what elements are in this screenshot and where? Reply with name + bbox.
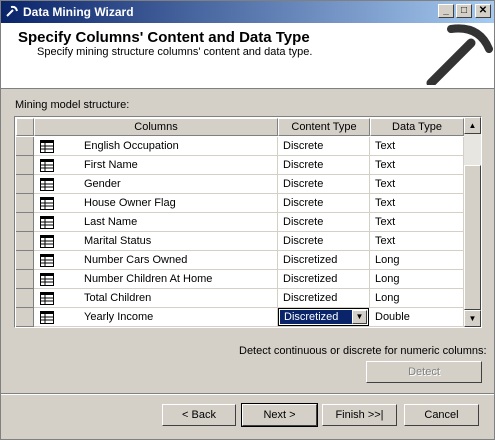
grid-scrollbar[interactable]: ▲ ▼	[464, 117, 481, 327]
content-type-cell[interactable]: Discrete	[278, 156, 370, 175]
detect-label: Detect continuous or discrete for numeri…	[239, 345, 487, 357]
row-selector[interactable]	[16, 308, 34, 327]
header-corner	[16, 118, 34, 136]
data-type-cell[interactable]: Text	[370, 232, 464, 251]
row-selector[interactable]	[16, 137, 34, 156]
content-type-cell[interactable]: Discrete	[278, 232, 370, 251]
table-row[interactable]: Gender Discrete Text	[16, 175, 464, 194]
row-selector[interactable]	[16, 232, 34, 251]
row-selector[interactable]	[16, 175, 34, 194]
chevron-down-icon[interactable]: ▼	[352, 310, 367, 324]
table-row[interactable]: Marital Status Discrete Text	[16, 232, 464, 251]
column-name-cell[interactable]: Gender	[34, 175, 278, 194]
content-type-cell[interactable]: Discretized	[278, 270, 370, 289]
data-type-cell[interactable]: Double	[370, 308, 464, 327]
data-type-cell[interactable]: Long	[370, 251, 464, 270]
content-type-cell[interactable]: Discrete	[278, 175, 370, 194]
page-subtitle: Specify mining structure columns' conten…	[37, 46, 313, 58]
column-name-cell[interactable]: First Name	[34, 156, 278, 175]
content-type-cell[interactable]: Discrete	[278, 213, 370, 232]
column-name: Total Children	[84, 292, 152, 304]
content-type-cell[interactable]: Discretized	[278, 289, 370, 308]
column-name-cell[interactable]: Number Cars Owned	[34, 251, 278, 270]
header-data-type[interactable]: Data Type	[370, 118, 464, 136]
table-row[interactable]: Number Cars Owned Discretized Long	[16, 251, 464, 270]
row-selector[interactable]	[16, 194, 34, 213]
wizard-header: Specify Columns' Content and Data Type S…	[1, 23, 494, 89]
column-name: House Owner Flag	[84, 197, 176, 209]
table-row[interactable]: Total Children Discretized Long	[16, 289, 464, 308]
table-row[interactable]: Number Children At Home Discretized Long	[16, 270, 464, 289]
column-name-cell[interactable]: Yearly Income	[34, 308, 278, 327]
structure-label: Mining model structure:	[15, 99, 130, 111]
header-content-type[interactable]: Content Type	[278, 118, 370, 136]
detect-button[interactable]: Detect	[366, 361, 482, 383]
column-name: Last Name	[84, 216, 138, 228]
table-row[interactable]: First Name Discrete Text	[16, 156, 464, 175]
column-name: Marital Status	[84, 235, 152, 247]
content-type-dropdown[interactable]: Discretized ▼	[278, 308, 369, 326]
maximize-button[interactable]: □	[456, 4, 472, 18]
column-name: Gender	[84, 178, 121, 190]
row-selector[interactable]	[16, 251, 34, 270]
data-type-cell[interactable]: Text	[370, 194, 464, 213]
next-button[interactable]: Next >	[241, 403, 318, 427]
table-row[interactable]: English Occupation Discrete Text	[16, 137, 464, 156]
finish-button[interactable]: Finish >>|	[322, 404, 397, 426]
separator	[1, 393, 494, 395]
scroll-thumb[interactable]	[464, 165, 481, 310]
column-name: Number Cars Owned	[84, 254, 188, 266]
data-type-cell[interactable]: Text	[370, 175, 464, 194]
data-type-cell[interactable]: Long	[370, 270, 464, 289]
column-name-cell[interactable]: English Occupation	[34, 137, 278, 156]
title-bar: Data Mining Wizard _ □ ✕	[1, 1, 494, 23]
row-selector[interactable]	[16, 156, 34, 175]
data-type-cell[interactable]: Text	[370, 213, 464, 232]
column-name-cell[interactable]: House Owner Flag	[34, 194, 278, 213]
row-selector[interactable]	[16, 270, 34, 289]
dropdown-selected-value: Discretized	[280, 310, 352, 324]
table-row[interactable]: House Owner Flag Discrete Text	[16, 194, 464, 213]
page-title: Specify Columns' Content and Data Type	[18, 29, 310, 46]
column-name-cell[interactable]: Total Children	[34, 289, 278, 308]
column-name-cell[interactable]: Number Children At Home	[34, 270, 278, 289]
content-type-cell[interactable]: Discrete	[278, 137, 370, 156]
row-selector[interactable]	[16, 213, 34, 232]
pickaxe-icon	[426, 24, 493, 85]
data-type-cell[interactable]: Long	[370, 289, 464, 308]
wizard-window: Data Mining Wizard _ □ ✕ Specify Columns…	[0, 0, 495, 440]
column-name-cell[interactable]: Marital Status	[34, 232, 278, 251]
grid-header: Columns Content Type Data Type	[16, 118, 464, 136]
table-row[interactable]: Yearly Income Discretized ▼ Double	[16, 308, 464, 327]
content-type-cell[interactable]: Discrete	[278, 194, 370, 213]
minimize-button[interactable]: _	[438, 4, 454, 18]
content-type-cell[interactable]: Discretized	[278, 251, 370, 270]
column-name: English Occupation	[84, 140, 179, 152]
columns-grid: Columns Content Type Data Type English O…	[14, 116, 482, 328]
scroll-up-icon[interactable]: ▲	[464, 117, 481, 134]
column-name-cell[interactable]: Last Name	[34, 213, 278, 232]
column-name: First Name	[84, 159, 138, 171]
row-selector[interactable]	[16, 289, 34, 308]
column-name: Yearly Income	[84, 311, 154, 323]
cancel-button[interactable]: Cancel	[404, 404, 479, 426]
window-title: Data Mining Wizard	[23, 5, 134, 19]
data-mining-icon	[6, 5, 18, 17]
scroll-down-icon[interactable]: ▼	[464, 310, 481, 327]
data-type-cell[interactable]: Text	[370, 156, 464, 175]
table-row[interactable]: Last Name Discrete Text	[16, 213, 464, 232]
column-name: Number Children At Home	[84, 273, 213, 285]
data-type-cell[interactable]: Text	[370, 137, 464, 156]
close-button[interactable]: ✕	[475, 4, 491, 18]
back-button[interactable]: < Back	[162, 404, 236, 426]
header-columns[interactable]: Columns	[34, 118, 278, 136]
